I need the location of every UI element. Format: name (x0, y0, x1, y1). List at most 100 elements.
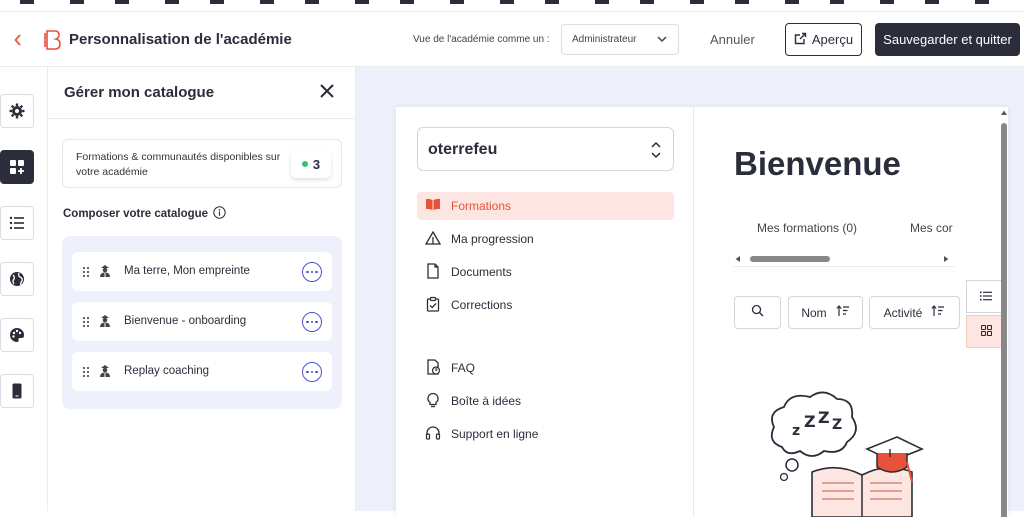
browser-tab-strip (0, 0, 1024, 12)
catalog-list: Ma terre, Mon empreinte Bienvenue - onbo… (62, 236, 342, 409)
academy-select[interactable]: oterrefeu (417, 127, 674, 171)
nav-item-faq[interactable]: FAQ (417, 354, 674, 382)
search-icon (751, 304, 764, 322)
divider (48, 118, 356, 119)
list-icon (980, 288, 992, 306)
nav-item-label: Formations (451, 199, 512, 213)
scroll-up-icon[interactable] (1000, 109, 1008, 117)
nav-item-ideas[interactable]: Boîte à idées (417, 387, 674, 415)
sort-by-name-button[interactable]: Nom (788, 296, 863, 329)
compose-catalog-label: Composer votre catalogue (63, 208, 209, 220)
list-icon[interactable] (0, 206, 34, 240)
available-courses-text: Formations & communautés disponibles sur… (76, 151, 281, 178)
page-title: Personnalisation de l'académie (69, 31, 292, 48)
more-options-icon[interactable] (302, 312, 322, 332)
tab-my-courses[interactable]: Mes formations (0) (757, 221, 857, 235)
empty-state-illustration: z Z Z Z (762, 387, 932, 517)
drag-handle-icon[interactable] (82, 265, 90, 283)
preview-button-label: Aperçu (811, 32, 854, 47)
available-count: 3 (312, 156, 321, 172)
catalog-item[interactable]: Ma terre, Mon empreinte (72, 252, 332, 291)
scrollbar-thumb[interactable] (1001, 123, 1007, 517)
catalog-item[interactable]: Replay coaching (72, 352, 332, 391)
sort-name-label: Nom (801, 305, 827, 320)
view-as-select[interactable]: Administrateur (561, 24, 679, 55)
instructor-icon (99, 264, 111, 283)
external-link-icon (794, 32, 807, 48)
catalog-item-label: Ma terre, Mon empreinte (124, 265, 250, 277)
add-widget-icon[interactable] (0, 150, 34, 184)
grid-icon (980, 323, 992, 341)
book-icon (425, 198, 441, 214)
academy-preview: oterrefeu Formations Ma progression Docu… (396, 107, 1008, 517)
nav-item-documents[interactable]: Documents (417, 258, 674, 286)
scrollbar-thumb[interactable] (750, 256, 830, 262)
info-icon[interactable] (213, 206, 226, 222)
palette-icon[interactable] (0, 318, 34, 352)
compose-catalog-heading: Composer votre catalogue (63, 206, 226, 222)
sort-icon (836, 305, 850, 320)
preview-scrollbar[interactable] (1000, 107, 1008, 517)
nav-item-label: Boîte à idées (451, 394, 522, 408)
welcome-heading: Bienvenue (734, 145, 901, 182)
more-options-icon[interactable] (302, 262, 322, 282)
globe-icon[interactable] (0, 262, 34, 296)
catalog-item-label: Replay coaching (124, 365, 210, 377)
cancel-button[interactable]: Annuler (710, 32, 755, 47)
instructor-icon (99, 364, 111, 383)
scroll-right-icon[interactable] (942, 255, 950, 263)
svg-text:Z: Z (804, 412, 816, 431)
available-courses-card: Formations & communautés disponibles sur… (62, 139, 342, 188)
preview-sidebar: oterrefeu Formations Ma progression Docu… (396, 107, 694, 517)
academy-name: oterrefeu (428, 141, 498, 158)
nav-item-label: Ma progression (451, 232, 534, 246)
nav-item-label: FAQ (451, 361, 476, 375)
divider (734, 266, 954, 267)
sort-icon (931, 305, 945, 320)
sort-by-activity-button[interactable]: Activité (869, 296, 960, 329)
nav-item-label: Documents (451, 265, 512, 279)
gear-icon[interactable] (0, 94, 34, 128)
brand-logo-icon (44, 30, 62, 50)
nav-item-support[interactable]: Support en ligne (417, 420, 674, 448)
nav-item-formations[interactable]: Formations (417, 192, 674, 220)
preview-main: Bienvenue Mes formations (0) Mes cor Nom (695, 107, 1008, 517)
scroll-left-icon[interactable] (734, 255, 742, 263)
chevron-down-icon (656, 33, 668, 45)
nav-item-corrections[interactable]: Corrections (417, 291, 674, 319)
nav-item-label: Support en ligne (451, 427, 539, 441)
settings-rail (0, 67, 48, 511)
drag-handle-icon[interactable] (82, 315, 90, 333)
document-icon (425, 262, 441, 282)
mobile-icon[interactable] (0, 374, 34, 408)
preview-button[interactable]: Aperçu (785, 23, 862, 56)
catalog-item-label: Bienvenue - onboarding (124, 315, 247, 327)
status-dot-icon (301, 161, 308, 167)
clipboard-check-icon (425, 296, 441, 315)
tabs-scrollbar[interactable] (734, 254, 954, 267)
instructor-icon (99, 314, 111, 333)
save-and-quit-button[interactable]: Sauvegarder et quitter (875, 23, 1020, 56)
search-button[interactable] (734, 296, 781, 329)
drag-handle-icon[interactable] (82, 365, 90, 383)
nav-item-label: Corrections (451, 298, 513, 312)
headset-icon (425, 425, 441, 444)
svg-text:z: z (792, 423, 800, 439)
preview-canvas: oterrefeu Formations Ma progression Docu… (356, 67, 1024, 517)
lightbulb-icon (425, 392, 441, 411)
nav-item-progression[interactable]: Ma progression (417, 225, 674, 253)
chevron-updown-icon (649, 141, 663, 164)
catalog-item[interactable]: Bienvenue - onboarding (72, 302, 332, 341)
close-icon[interactable] (319, 83, 335, 99)
sort-activity-label: Activité (883, 305, 923, 320)
svg-text:Z: Z (818, 408, 830, 427)
available-count-badge: 3 (291, 150, 331, 178)
panel-title: Gérer mon catalogue (64, 84, 215, 101)
progress-icon (424, 230, 442, 248)
tab-my-corrections[interactable]: Mes cor (910, 221, 953, 235)
more-options-icon[interactable] (302, 362, 322, 382)
faq-icon (425, 358, 441, 378)
back-chevron-icon[interactable] (12, 32, 24, 48)
view-as-value: Administrateur (572, 34, 637, 45)
svg-text:Z: Z (832, 417, 842, 433)
